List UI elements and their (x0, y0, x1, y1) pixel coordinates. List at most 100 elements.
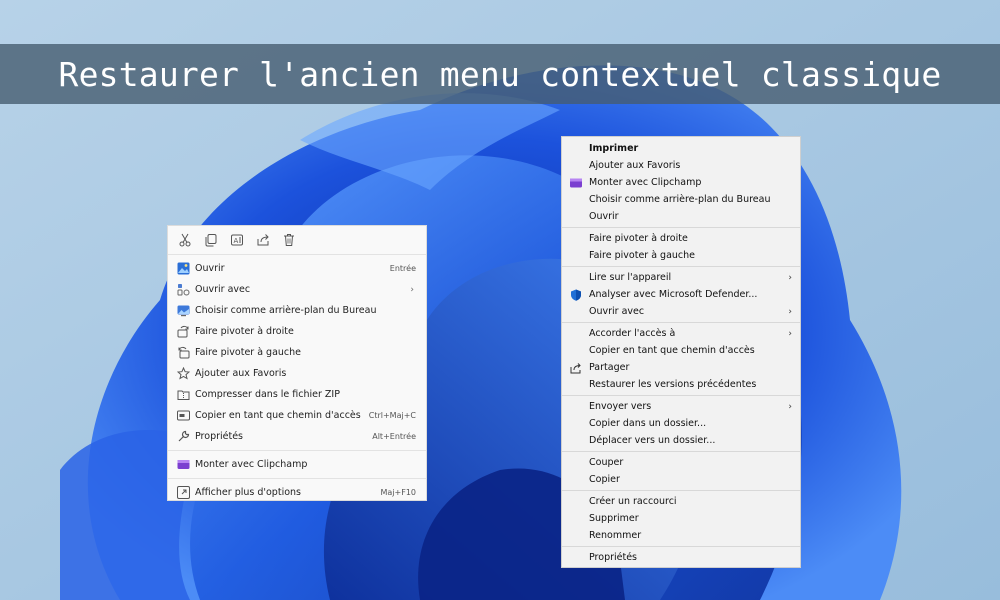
image-icon (177, 262, 190, 275)
menu-item-label: Lire sur l'appareil (589, 272, 672, 283)
menu-item-plus-options[interactable]: Afficher plus d'options Maj+F10 (168, 482, 426, 503)
menu-item-label: Envoyer vers (589, 401, 652, 412)
menu-item-label: Ajouter aux Favoris (195, 368, 287, 379)
menu-item-label: Compresser dans le fichier ZIP (195, 389, 340, 400)
menu-item-copier-chemin[interactable]: Copier en tant que chemin d'accès Ctrl+M… (168, 405, 426, 426)
cut-icon[interactable] (177, 233, 192, 248)
menu-separator (562, 322, 800, 323)
menu-item-label: Ouvrir avec (195, 284, 251, 295)
classic-item-copier-dossier[interactable]: Copier dans un dossier... (562, 415, 800, 432)
menu-item-shortcut: Ctrl+Maj+C (368, 411, 416, 420)
menu-item-label: Ouvrir avec (589, 306, 645, 317)
chevron-right-icon: › (788, 306, 792, 317)
classic-item-copier-chemin[interactable]: Copier en tant que chemin d'accès (562, 342, 800, 359)
rename-icon[interactable]: A (229, 233, 244, 248)
menu-item-zip[interactable]: Compresser dans le fichier ZIP (168, 384, 426, 405)
classic-item-restaurer-versions[interactable]: Restaurer les versions précédentes (562, 376, 800, 393)
classic-item-envoyer-vers[interactable]: Envoyer vers › (562, 398, 800, 415)
menu-item-label: Faire pivoter à gauche (589, 250, 696, 261)
more-options-icon (177, 486, 190, 499)
menu-item-favoris[interactable]: Ajouter aux Favoris (168, 363, 426, 384)
classic-item-creer-raccourci[interactable]: Créer un raccourci (562, 493, 800, 510)
menu-item-arriere-plan[interactable]: Choisir comme arrière-plan du Bureau (168, 300, 426, 321)
menu-separator (562, 266, 800, 267)
menu-item-label: Restaurer les versions précédentes (589, 379, 757, 390)
classic-item-supprimer[interactable]: Supprimer (562, 510, 800, 527)
menu-item-label: Monter avec Clipchamp (195, 459, 308, 470)
page-title: Restaurer l'ancien menu contextuel class… (58, 54, 942, 94)
classic-item-imprimer[interactable]: Imprimer (562, 140, 800, 157)
defender-shield-icon (569, 288, 582, 301)
chevron-right-icon: › (788, 401, 792, 412)
classic-item-accorder-acces[interactable]: Accorder l'accès à › (562, 325, 800, 342)
classic-context-menu: Imprimer Ajouter aux Favoris Monter avec… (561, 136, 801, 568)
zip-icon (177, 388, 190, 401)
share-icon (569, 361, 582, 374)
rotate-right-icon (177, 325, 190, 338)
classic-item-couper[interactable]: Couper (562, 454, 800, 471)
svg-text:A: A (233, 237, 238, 245)
menu-item-label: Faire pivoter à gauche (195, 347, 302, 358)
menu-item-label: Faire pivoter à droite (195, 326, 294, 337)
classic-item-favoris[interactable]: Ajouter aux Favoris (562, 157, 800, 174)
menu-item-label: Couper (589, 457, 624, 468)
menu-item-label: Propriétés (589, 552, 638, 563)
wrench-icon (177, 430, 190, 443)
delete-icon[interactable] (281, 233, 296, 248)
menu-item-label: Imprimer (589, 143, 639, 154)
menu-item-label: Copier (589, 474, 620, 485)
menu-item-label: Ouvrir (195, 263, 225, 274)
menu-item-label: Choisir comme arrière-plan du Bureau (589, 194, 771, 205)
clipchamp-icon (569, 176, 582, 189)
menu-separator (562, 395, 800, 396)
classic-item-defender[interactable]: Analyser avec Microsoft Defender... (562, 286, 800, 303)
menu-separator (168, 450, 426, 451)
classic-item-deplacer-dossier[interactable]: Déplacer vers un dossier... (562, 432, 800, 449)
classic-item-arriere-plan[interactable]: Choisir comme arrière-plan du Bureau (562, 191, 800, 208)
windows11-context-menu: A Ouvrir Entrée Ouvrir avec › Choisir co… (167, 225, 427, 501)
chevron-right-icon: › (788, 272, 792, 283)
classic-item-pivoter-droite[interactable]: Faire pivoter à droite (562, 230, 800, 247)
menu-item-label: Déplacer vers un dossier... (589, 435, 716, 446)
open-with-icon (177, 283, 190, 296)
copy-icon[interactable] (203, 233, 218, 248)
menu-item-label: Analyser avec Microsoft Defender... (589, 289, 758, 300)
menu-item-clipchamp[interactable]: Monter avec Clipchamp (168, 454, 426, 475)
menu-item-ouvrir[interactable]: Ouvrir Entrée (168, 258, 426, 279)
menu-item-label: Afficher plus d'options (195, 487, 301, 498)
classic-item-clipchamp[interactable]: Monter avec Clipchamp (562, 174, 800, 191)
menu-item-label: Créer un raccourci (589, 496, 677, 507)
classic-item-pivoter-gauche[interactable]: Faire pivoter à gauche (562, 247, 800, 264)
classic-item-ouvrir-avec[interactable]: Ouvrir avec › (562, 303, 800, 320)
classic-item-lire-appareil[interactable]: Lire sur l'appareil › (562, 269, 800, 286)
classic-item-copier[interactable]: Copier (562, 471, 800, 488)
clipchamp-icon (177, 458, 190, 471)
chevron-right-icon: › (788, 328, 792, 339)
menu-item-label: Copier dans un dossier... (589, 418, 707, 429)
chevron-right-icon: › (410, 284, 414, 295)
menu-separator (562, 490, 800, 491)
menu-item-ouvrir-avec[interactable]: Ouvrir avec › (168, 279, 426, 300)
title-banner: Restaurer l'ancien menu contextuel class… (0, 44, 1000, 104)
menu-item-pivoter-droite[interactable]: Faire pivoter à droite (168, 321, 426, 342)
menu-item-pivoter-gauche[interactable]: Faire pivoter à gauche (168, 342, 426, 363)
menu-item-label: Supprimer (589, 513, 639, 524)
menu-item-label: Propriétés (195, 431, 244, 442)
menu-item-proprietes[interactable]: Propriétés Alt+Entrée (168, 426, 426, 447)
menu-separator (562, 227, 800, 228)
menu-item-label: Ajouter aux Favoris (589, 160, 681, 171)
menu-item-label: Accorder l'accès à (589, 328, 676, 339)
menu-item-label: Partager (589, 362, 630, 373)
rotate-left-icon (177, 346, 190, 359)
classic-item-partager[interactable]: Partager (562, 359, 800, 376)
menu-separator (562, 546, 800, 547)
classic-item-renommer[interactable]: Renommer (562, 527, 800, 544)
menu-item-shortcut: Maj+F10 (380, 488, 416, 497)
classic-item-proprietes[interactable]: Propriétés (562, 549, 800, 566)
menu-item-label: Copier en tant que chemin d'accès (589, 345, 755, 356)
classic-item-ouvrir[interactable]: Ouvrir (562, 208, 800, 225)
menu-item-label: Faire pivoter à droite (589, 233, 688, 244)
menu-separator (168, 478, 426, 479)
share-icon[interactable] (255, 233, 270, 248)
menu-item-label: Renommer (589, 530, 642, 541)
